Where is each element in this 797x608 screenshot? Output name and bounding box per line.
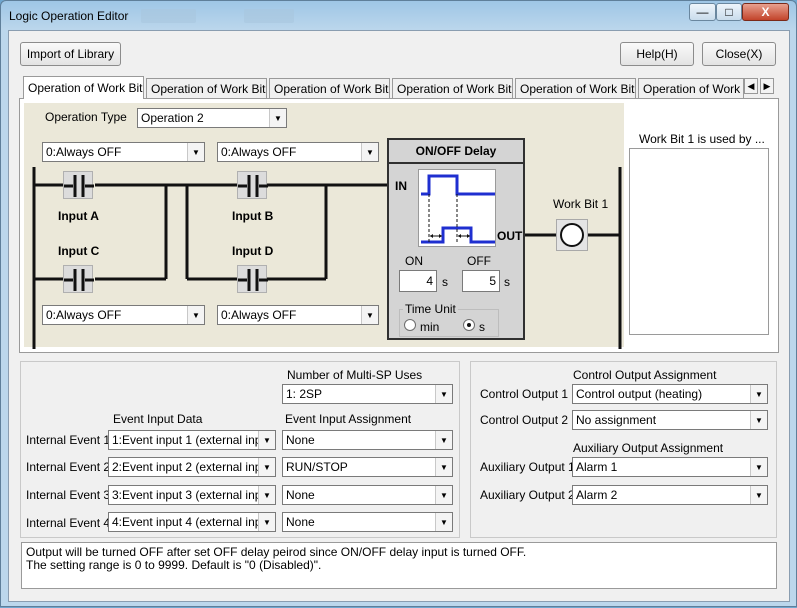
delay-out-label: OUT (497, 229, 523, 243)
aux-output-1-value: Alarm 1 (576, 460, 618, 474)
internal-event-2-assignment-select[interactable]: RUN/STOP ▼ (282, 457, 453, 477)
time-unit-min-label: min (420, 320, 440, 334)
internal-event-3-assignment-select[interactable]: None ▼ (282, 485, 453, 505)
off-delay-unit: s (504, 275, 510, 289)
chevron-down-icon: ▼ (435, 458, 452, 476)
aux-output-1-select[interactable]: Alarm 1 ▼ (572, 457, 768, 477)
control-output-2-select[interactable]: No assignment ▼ (572, 410, 768, 430)
time-unit-min-radio[interactable] (404, 319, 416, 331)
aux-output-1-label: Auxiliary Output 1 (480, 460, 575, 474)
internal-event-1-label: Internal Event 1 (26, 433, 111, 447)
aux-output-2-value: Alarm 2 (576, 488, 618, 502)
chevron-down-icon: ▼ (258, 458, 275, 476)
contact-a-button[interactable] (63, 171, 94, 199)
on-delay-label: ON (405, 254, 423, 268)
time-unit-s-radio[interactable] (463, 319, 475, 331)
chevron-down-icon: ▼ (750, 385, 767, 403)
internal-event-1-input-value: 1:Event input 1 (external input) (112, 433, 276, 447)
chevron-down-icon: ▼ (435, 431, 452, 449)
internal-event-3-input-value: 3:Event input 3 (external input) (112, 488, 276, 502)
input-a-label: Input A (58, 209, 99, 223)
chevron-down-icon: ▼ (435, 385, 452, 403)
internal-event-4-assignment-select[interactable]: None ▼ (282, 512, 453, 532)
chevron-down-icon: ▼ (435, 513, 452, 531)
work-bit-used-by-label: Work Bit 1 is used by ... (639, 132, 765, 146)
contact-c-icon (64, 268, 94, 292)
internal-event-4-input-select[interactable]: 4:Event input 4 (external input) ▼ (108, 512, 276, 532)
on-delay-unit: s (442, 275, 448, 289)
input-c-label: Input C (58, 244, 100, 258)
internal-event-4-label: Internal Event 4 (26, 516, 111, 530)
off-delay-input[interactable]: 5 (462, 270, 500, 292)
delay-in-label: IN (395, 179, 407, 193)
chevron-down-icon: ▼ (750, 486, 767, 504)
off-delay-label: OFF (467, 254, 491, 268)
contact-d-button[interactable] (237, 265, 268, 293)
control-output-2-value: No assignment (576, 413, 657, 427)
multi-sp-select[interactable]: 1: 2SP ▼ (282, 384, 453, 404)
chevron-down-icon: ▼ (258, 486, 275, 504)
work-bit-label: Work Bit 1 (553, 197, 609, 211)
multi-sp-value: 1: 2SP (286, 387, 323, 401)
chevron-down-icon: ▼ (258, 431, 275, 449)
aux-output-2-label: Auxiliary Output 2 (480, 488, 575, 502)
contact-b-button[interactable] (237, 171, 268, 199)
time-unit-s-label: s (479, 320, 485, 334)
control-output-1-select[interactable]: Control output (heating) ▼ (572, 384, 768, 404)
delay-title: ON/OFF Delay (389, 140, 523, 164)
internal-event-1-assignment-value: None (286, 433, 315, 447)
work-bit-coil-button[interactable] (556, 219, 588, 251)
help-message-box: Output will be turned OFF after set OFF … (21, 542, 777, 589)
event-input-assignment-header: Event Input Assignment (285, 412, 412, 426)
chevron-down-icon: ▼ (750, 458, 767, 476)
control-output-header: Control Output Assignment (573, 368, 717, 382)
internal-event-2-assignment-value: RUN/STOP (286, 460, 348, 474)
coil-icon (560, 223, 584, 247)
on-delay-input[interactable]: 4 (399, 270, 437, 292)
aux-output-2-select[interactable]: Alarm 2 ▼ (572, 485, 768, 505)
event-input-data-header: Event Input Data (113, 412, 203, 426)
chevron-down-icon: ▼ (435, 486, 452, 504)
internal-event-4-assignment-value: None (286, 515, 315, 529)
time-unit-title: Time Unit (403, 302, 458, 316)
internal-event-3-label: Internal Event 3 (26, 488, 111, 502)
internal-event-3-input-select[interactable]: 3:Event input 3 (external input) ▼ (108, 485, 276, 505)
internal-event-2-label: Internal Event 2 (26, 460, 111, 474)
help-message-line-2: The setting range is 0 to 9999. Default … (26, 558, 322, 572)
input-d-label: Input D (232, 244, 274, 258)
multi-sp-label: Number of Multi-SP Uses (287, 368, 423, 382)
internal-event-2-input-value: 2:Event input 2 (external input) (112, 460, 276, 474)
internal-event-3-assignment-value: None (286, 488, 315, 502)
input-b-label: Input B (232, 209, 274, 223)
internal-event-1-input-select[interactable]: 1:Event input 1 (external input) ▼ (108, 430, 276, 450)
app-window: Logic Operation Editor — □ X Import of L… (0, 0, 797, 607)
internal-event-4-input-value: 4:Event input 4 (external input) (112, 515, 276, 529)
internal-event-1-assignment-select[interactable]: None ▼ (282, 430, 453, 450)
tab-work-bit-1[interactable]: Operation of Work Bit 1 (23, 76, 144, 99)
control-output-2-label: Control Output 2 (480, 413, 569, 427)
contact-a-icon (64, 174, 94, 198)
timing-chart-icon (421, 174, 495, 244)
chevron-down-icon: ▼ (750, 411, 767, 429)
aux-output-header: Auxiliary Output Assignment (573, 441, 724, 455)
contact-b-icon (238, 174, 268, 198)
work-bit-used-by-list[interactable] (629, 148, 769, 335)
contact-d-icon (238, 268, 268, 292)
contact-c-button[interactable] (63, 265, 94, 293)
internal-event-2-input-select[interactable]: 2:Event input 2 (external input) ▼ (108, 457, 276, 477)
control-output-1-label: Control Output 1 (480, 387, 569, 401)
control-output-1-value: Control output (heating) (576, 387, 703, 401)
timing-diagram (418, 169, 496, 247)
chevron-down-icon: ▼ (258, 513, 275, 531)
